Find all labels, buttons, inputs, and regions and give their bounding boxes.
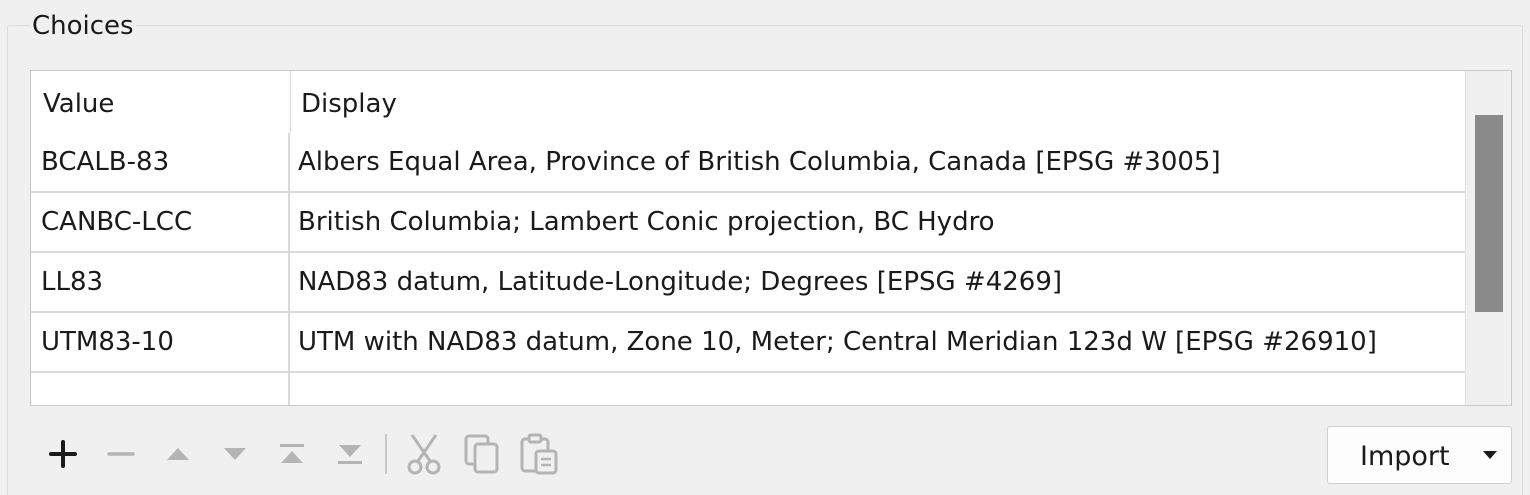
column-header-value[interactable]: Value	[43, 71, 114, 133]
header-divider	[290, 71, 291, 133]
cell-display[interactable]: Albers Equal Area, Province of British C…	[298, 133, 1221, 191]
plus-icon	[48, 439, 78, 473]
table-row-empty[interactable]	[31, 373, 1467, 405]
cell-value[interactable]: LL83	[41, 253, 103, 311]
move-up-icon	[166, 446, 190, 466]
import-dropdown-button[interactable]: Import	[1327, 426, 1512, 484]
cell-value[interactable]: BCALB-83	[41, 133, 169, 191]
paste-button[interactable]	[516, 428, 562, 484]
cell-value[interactable]: CANBC-LCC	[41, 193, 192, 251]
cut-icon	[404, 433, 444, 479]
table-header: Value Display	[31, 71, 1467, 133]
import-label: Import	[1360, 441, 1450, 472]
cell-divider	[288, 373, 290, 405]
move-down-icon	[223, 446, 247, 466]
move-top-icon	[279, 443, 305, 469]
cell-display[interactable]: British Columbia; Lambert Conic projecti…	[298, 193, 995, 251]
move-to-bottom-button[interactable]	[327, 428, 373, 484]
cell-divider	[288, 193, 290, 251]
paste-icon	[519, 433, 559, 479]
copy-button[interactable]	[459, 428, 505, 484]
scrollbar-thumb[interactable]	[1475, 115, 1503, 312]
table-row[interactable]: UTM83-10 UTM with NAD83 datum, Zone 10, …	[31, 313, 1467, 373]
cell-value[interactable]: UTM83-10	[41, 313, 174, 371]
cell-display[interactable]: UTM with NAD83 datum, Zone 10, Meter; Ce…	[298, 313, 1377, 371]
cut-button[interactable]	[401, 428, 447, 484]
add-row-button[interactable]	[40, 428, 86, 484]
move-up-button[interactable]	[155, 428, 201, 484]
toolbar-separator	[385, 434, 387, 474]
table-body: BCALB-83 Albers Equal Area, Province of …	[31, 133, 1467, 405]
table-row[interactable]: BCALB-83 Albers Equal Area, Province of …	[31, 133, 1467, 193]
remove-row-button[interactable]	[98, 428, 144, 484]
vertical-scrollbar[interactable]	[1465, 71, 1511, 405]
cell-divider	[288, 313, 290, 371]
table-row[interactable]: LL83 NAD83 datum, Latitude-Longitude; De…	[31, 253, 1467, 313]
move-down-button[interactable]	[212, 428, 258, 484]
column-header-display[interactable]: Display	[301, 71, 397, 133]
table-row[interactable]: CANBC-LCC British Columbia; Lambert Coni…	[31, 193, 1467, 253]
minus-icon	[107, 440, 135, 472]
cell-divider	[288, 133, 290, 191]
move-bottom-icon	[337, 443, 363, 469]
cell-display[interactable]: NAD83 datum, Latitude-Longitude; Degrees…	[298, 253, 1062, 311]
move-to-top-button[interactable]	[269, 428, 315, 484]
cell-divider	[288, 253, 290, 311]
copy-icon	[463, 433, 501, 479]
group-title: Choices	[30, 9, 136, 43]
caret-down-icon[interactable]	[1483, 451, 1497, 459]
choices-table[interactable]: Value Display BCALB-83 Albers Equal Area…	[30, 70, 1512, 406]
